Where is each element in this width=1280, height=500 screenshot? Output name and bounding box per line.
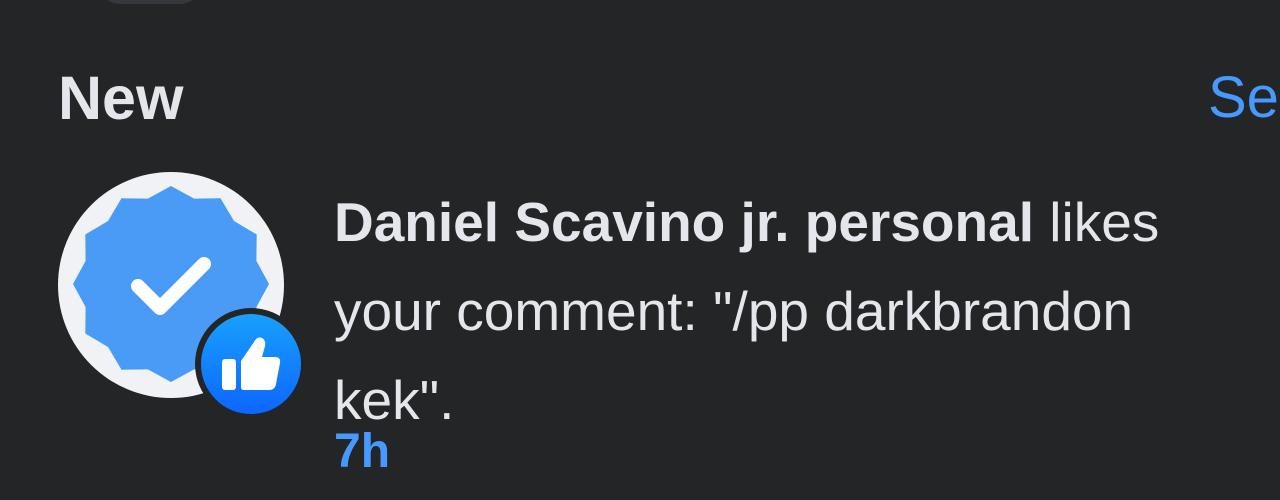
- actor-name: Daniel Scavino jr. personal: [334, 191, 1034, 253]
- notification-text: Daniel Scavino jr. personal likes your c…: [334, 178, 1254, 445]
- section-title: New: [58, 64, 184, 132]
- previous-item-avatar-partial: [95, 0, 205, 4]
- like-thumbs-up-icon: [201, 314, 301, 414]
- see-all-link[interactable]: Se: [1208, 62, 1279, 134]
- notification-timestamp: 7h: [334, 425, 391, 478]
- reaction-badge: [195, 308, 307, 420]
- notification-item[interactable]: Daniel Scavino jr. personal likes your c…: [0, 150, 1280, 490]
